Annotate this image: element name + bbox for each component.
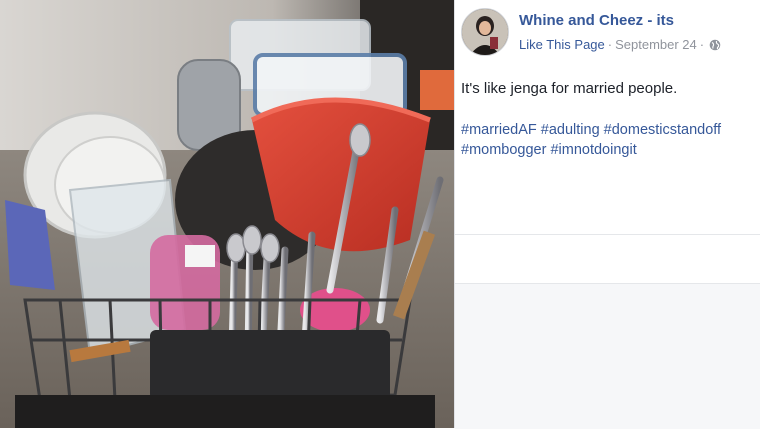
- meta-separator: ·: [607, 37, 613, 52]
- post-text: It's like jenga for married people.: [461, 80, 678, 97]
- meta-separator-2: ·: [699, 37, 705, 52]
- globe-icon[interactable]: [709, 39, 721, 54]
- post-date[interactable]: September 24: [615, 37, 697, 52]
- hashtag-link[interactable]: #imnotdoingit: [550, 142, 636, 158]
- hashtag-list: #marriedAF #adulting #domesticstandoff #…: [461, 120, 757, 160]
- page-name-link[interactable]: Whine and Cheez - its: [519, 12, 674, 29]
- hashtag-link[interactable]: #adulting: [541, 122, 600, 138]
- page-avatar[interactable]: [461, 8, 509, 56]
- comments-area: [455, 283, 760, 429]
- hashtag-link[interactable]: #marriedAF: [461, 122, 537, 138]
- dish-rack-photo: [0, 0, 454, 428]
- post-photo[interactable]: [0, 0, 454, 428]
- post-panel: Whine and Cheez - its Like This Page · Sep…: [454, 0, 760, 429]
- divider: [455, 234, 760, 235]
- hashtag-link[interactable]: #mombogger: [461, 142, 546, 158]
- hashtag-link[interactable]: #domesticstandoff: [604, 122, 721, 138]
- post-header: Whine and Cheez - its Like This Page · Sep…: [461, 8, 757, 56]
- like-page-link[interactable]: Like This Page: [519, 37, 605, 52]
- post-meta: Like This Page · September 24 ·: [519, 37, 721, 54]
- avatar-image: [462, 9, 508, 55]
